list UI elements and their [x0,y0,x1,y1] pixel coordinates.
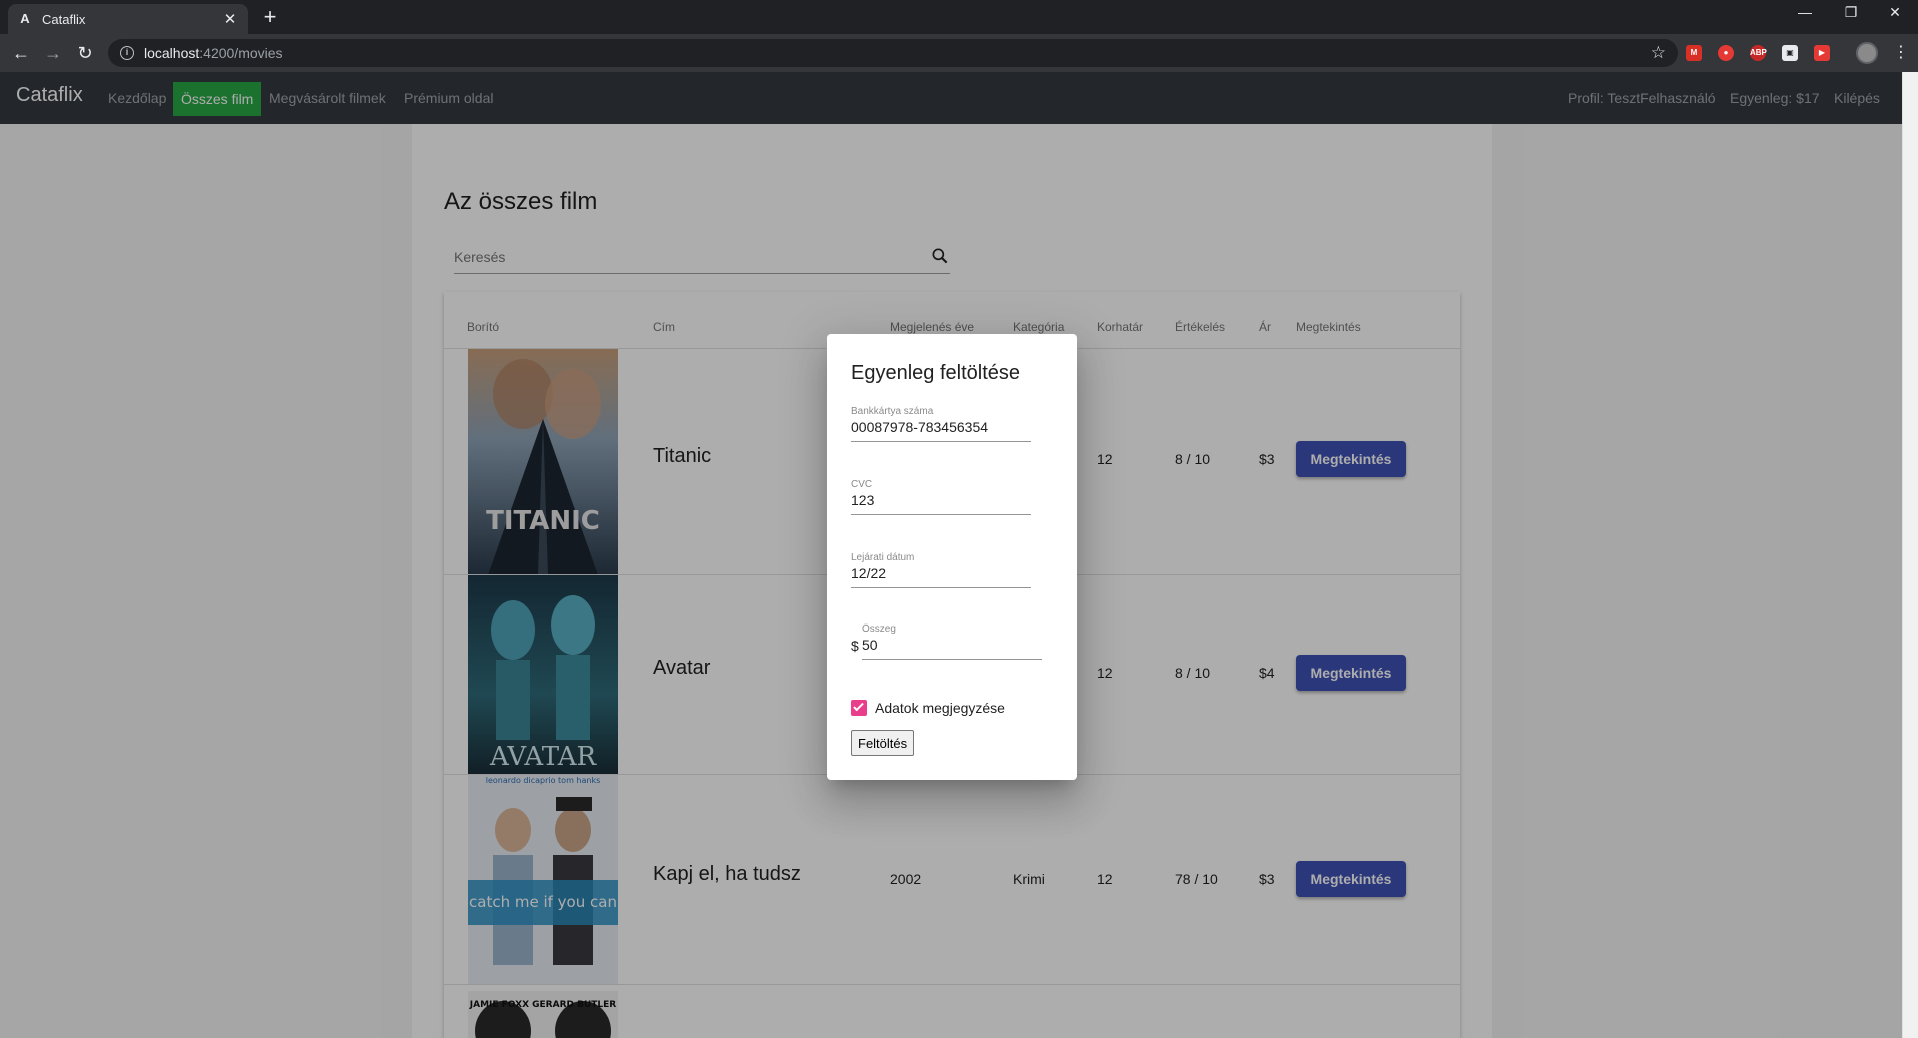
viewport: Cataflix Kezdőlap Összes film Megvásárol… [0,72,1918,1038]
gmail-extension-icon[interactable]: M [1686,45,1702,61]
cvc-field: CVC [851,479,1031,515]
expiry-label: Lejárati dátum [851,552,915,563]
address-bar[interactable]: i localhost:4200/movies ☆ [108,39,1678,67]
bookmark-star-icon[interactable]: ☆ [1651,43,1666,63]
submit-topup-button[interactable]: Feltöltés [851,730,915,756]
remember-label: Adatok megjegyzése [875,700,1005,716]
browser-menu-icon[interactable]: ⋮ [1893,42,1909,62]
extension-box-icon[interactable]: ▣ [1782,45,1798,61]
url-host: localhost [144,45,200,61]
restore-icon[interactable]: ❐ [1828,4,1874,21]
expiry-input[interactable] [851,565,1031,581]
tab-title: Cataflix [42,11,86,27]
card-number-label: Bankkártya száma [851,406,934,417]
amount-input[interactable] [862,637,1042,653]
card-number-input[interactable] [851,419,1031,435]
remember-checkbox[interactable] [851,700,867,716]
amount-field: Összeg [862,624,1042,660]
extension-red-icon[interactable]: ● [1718,45,1734,61]
new-tab-button[interactable]: + [258,6,282,28]
angular-icon: A [20,11,30,26]
minimize-icon[interactable]: — [1782,4,1828,20]
topup-dialog: Egyenleg feltöltése Bankkártya száma CVC… [827,334,1077,780]
amount-label: Összeg [862,624,896,635]
card-number-field: Bankkártya száma [851,406,1031,442]
forward-icon[interactable]: → [42,42,64,64]
adblock-extension-icon[interactable]: ABP [1750,45,1767,61]
browser-toolbar: ← → ↻ i localhost:4200/movies ☆ M ● ABP … [0,34,1918,72]
page-scrollbar[interactable] [1902,72,1918,1038]
browser-tabstrip: A Cataflix ✕ + — ❐ ✕ [0,0,1918,34]
checkmark-icon [853,700,864,712]
youtube-extension-icon[interactable]: ▶ [1814,45,1830,61]
remember-checkbox-row[interactable]: Adatok megjegyzése [851,700,1005,716]
cvc-label: CVC [851,479,873,490]
reload-icon[interactable]: ↻ [74,42,96,64]
profile-avatar[interactable] [1856,42,1878,64]
dialog-title: Egyenleg feltöltése [851,362,1021,384]
expiry-field: Lejárati dátum [851,552,1031,588]
url-path: :4200/movies [199,45,283,61]
back-icon[interactable]: ← [10,42,32,64]
info-icon[interactable]: i [120,46,134,60]
browser-tab[interactable]: A Cataflix ✕ [8,4,248,34]
cvc-input[interactable] [851,492,1031,508]
currency-prefix: $ [851,638,859,654]
close-tab-icon[interactable]: ✕ [222,10,238,28]
close-window-icon[interactable]: ✕ [1872,4,1918,21]
